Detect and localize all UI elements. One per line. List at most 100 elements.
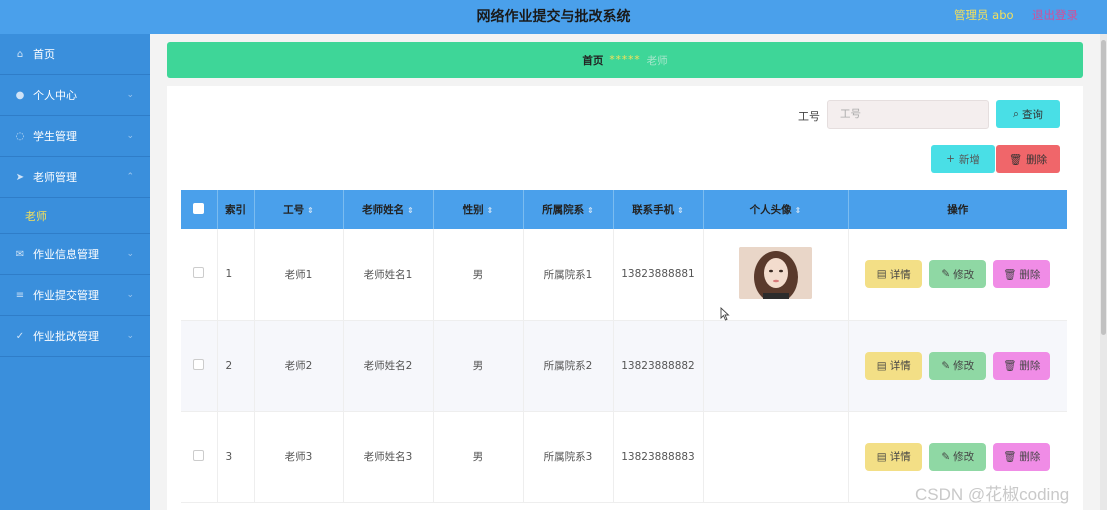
user-icon: ● [15, 89, 25, 101]
sidebar-item-label: 作业提交管理 [33, 289, 99, 302]
col-gender[interactable]: 性别 ⇕ [433, 190, 524, 229]
sidebar-item-label: 个人中心 [33, 89, 77, 102]
cell-name: 老师姓名3 [343, 411, 434, 503]
col-name[interactable]: 老师姓名 ⇕ [343, 190, 434, 229]
cell-dept: 所属院系2 [523, 320, 614, 412]
document-icon: ▤ [876, 268, 887, 281]
admin-label: 管理员 abo [954, 8, 1014, 22]
detail-button[interactable]: ▤ 详情 [865, 351, 923, 380]
send-icon: ➤ [15, 171, 25, 183]
mail-icon: ✉ [15, 248, 25, 260]
cell-index: 3 [217, 411, 255, 503]
sidebar: ⌂ 首页 ● 个人中心 ⌄ ◌ 学生管理 ⌄ ➤ 老师管理 ⌃ 老师 ✉ 作业信… [0, 34, 150, 510]
plus-icon: + [946, 153, 955, 165]
row-checkbox[interactable] [193, 358, 205, 370]
table-row: 2 老师2 老师姓名2 男 所属院系2 13823888882 ▤ 详情 ✎ 修改 … [181, 320, 1067, 412]
delete-button[interactable]: 🗑 删除 [993, 442, 1051, 471]
sort-icon[interactable]: ⇕ [587, 206, 594, 215]
cell-id: 老师2 [254, 320, 344, 412]
sort-icon[interactable]: ⇕ [677, 206, 684, 215]
chevron-down-icon: ⌄ [126, 290, 134, 300]
breadcrumb-home[interactable]: 首页 [582, 53, 603, 68]
chevron-down-icon: ⌄ [126, 90, 134, 100]
avatar [739, 246, 812, 299]
watermark: CSDN @花椒coding [915, 485, 1070, 504]
sidebar-item-label: 作业信息管理 [33, 248, 99, 261]
breadcrumb-current: 老师 [646, 54, 668, 67]
cell-gender: 男 [433, 411, 524, 503]
cell-name: 老师姓名1 [343, 229, 434, 321]
col-actions: 操作 [848, 190, 1067, 229]
delete-button[interactable]: 🗑 删除 [993, 260, 1051, 289]
sidebar-item-homework-info[interactable]: ✉ 作业信息管理 ⌄ [0, 234, 150, 275]
cell-avatar [703, 411, 849, 503]
cell-dept: 所属院系1 [523, 229, 614, 321]
cell-index: 2 [217, 320, 255, 412]
pencil-icon: ✎ [941, 359, 951, 372]
cell-actions: ▤ 详情 ✎ 修改 🗑 删除 [848, 229, 1067, 321]
query-button[interactable]: ⌕ 查询 [996, 100, 1060, 128]
power-icon: ◌ [15, 130, 25, 142]
row-checkbox[interactable] [193, 267, 205, 279]
sidebar-item-label: 老师管理 [33, 171, 77, 184]
edit-button[interactable]: ✎ 修改 [929, 442, 987, 471]
edit-button[interactable]: ✎ 修改 [929, 260, 987, 289]
cell-gender: 男 [433, 229, 524, 321]
sidebar-item-label: 作业批改管理 [33, 330, 99, 343]
select-all-header[interactable] [181, 190, 218, 229]
mouse-cursor-icon [720, 307, 730, 321]
sort-icon[interactable]: ⇕ [407, 206, 414, 215]
cell-gender: 男 [433, 320, 524, 412]
scrollbar-thumb[interactable] [1101, 40, 1106, 335]
col-dept[interactable]: 所属院系 ⇕ [523, 190, 614, 229]
document-icon: ▤ [876, 359, 887, 372]
trash-icon: 🗑 [1003, 451, 1017, 463]
chevron-down-icon: ⌄ [126, 331, 134, 341]
chevron-up-icon: ⌃ [126, 172, 134, 182]
pencil-icon: ✎ [941, 268, 951, 281]
pencil-icon: ✎ [941, 450, 951, 463]
edit-button[interactable]: ✎ 修改 [929, 351, 987, 380]
cell-actions: ▤ 详情 ✎ 修改 🗑 删除 [848, 320, 1067, 412]
sidebar-item-home[interactable]: ⌂ 首页 [0, 34, 150, 75]
sidebar-item-teachers[interactable]: ➤ 老师管理 ⌃ [0, 157, 150, 198]
document-icon: ▤ [876, 450, 887, 463]
teacher-table: 索引 工号 ⇕ 老师姓名 ⇕ 性别 ⇕ 所属院系 ⇕ 联系手机 ⇕ 个人头像 ⇕ 操作 1 … [181, 190, 1067, 503]
app-title: 网络作业提交与批改系统 [476, 9, 631, 25]
sidebar-item-homework-submit[interactable]: ≡ 作业提交管理 ⌄ [0, 275, 150, 316]
sort-icon[interactable]: ⇕ [795, 206, 802, 215]
sidebar-item-homework-grade[interactable]: ✓ 作业批改管理 ⌄ [0, 316, 150, 357]
col-phone[interactable]: 联系手机 ⇕ [613, 190, 704, 229]
detail-button[interactable]: ▤ 详情 [865, 260, 923, 289]
add-button[interactable]: + 新增 [931, 145, 995, 173]
col-avatar[interactable]: 个人头像 ⇕ [703, 190, 849, 229]
sidebar-item-students[interactable]: ◌ 学生管理 ⌄ [0, 116, 150, 157]
batch-delete-button[interactable]: 🗑 删除 [996, 145, 1060, 173]
breadcrumb-separator: ***** [609, 54, 641, 66]
cell-phone: 13823888883 [613, 411, 704, 503]
trash-icon: 🗑 [1008, 153, 1023, 166]
check-circle-icon: ✓ [15, 330, 25, 342]
select-all-checkbox[interactable] [193, 202, 205, 214]
cell-name: 老师姓名2 [343, 320, 434, 412]
sidebar-subitem-teacher[interactable]: 老师 [0, 198, 150, 234]
detail-button[interactable]: ▤ 详情 [865, 442, 923, 471]
sidebar-item-personal[interactable]: ● 个人中心 ⌄ [0, 75, 150, 116]
breadcrumb: 首页 ***** 老师 [167, 42, 1083, 78]
search-input[interactable]: 工号 [827, 100, 989, 129]
table-row: 1 老师1 老师姓名1 男 所属院系1 13823888881 ▤ 详情 ✎ 修… [181, 229, 1067, 321]
col-id[interactable]: 工号 ⇕ [254, 190, 344, 229]
cell-phone: 13823888881 [613, 229, 704, 321]
delete-button[interactable]: 🗑 删除 [993, 351, 1051, 380]
row-checkbox[interactable] [193, 449, 205, 461]
trash-icon: 🗑 [1003, 268, 1017, 281]
vertical-scrollbar[interactable] [1100, 34, 1107, 510]
logout-link[interactable]: 退出登录 [1032, 7, 1078, 23]
sidebar-item-label: 首页 [33, 48, 55, 61]
sort-icon[interactable]: ⇕ [307, 206, 314, 215]
search-label: 工号 [798, 110, 820, 123]
chevron-down-icon: ⌄ [126, 131, 134, 141]
cell-id: 老师1 [254, 229, 344, 321]
sort-icon[interactable]: ⇕ [487, 206, 494, 215]
chevron-down-icon: ⌄ [126, 249, 134, 259]
